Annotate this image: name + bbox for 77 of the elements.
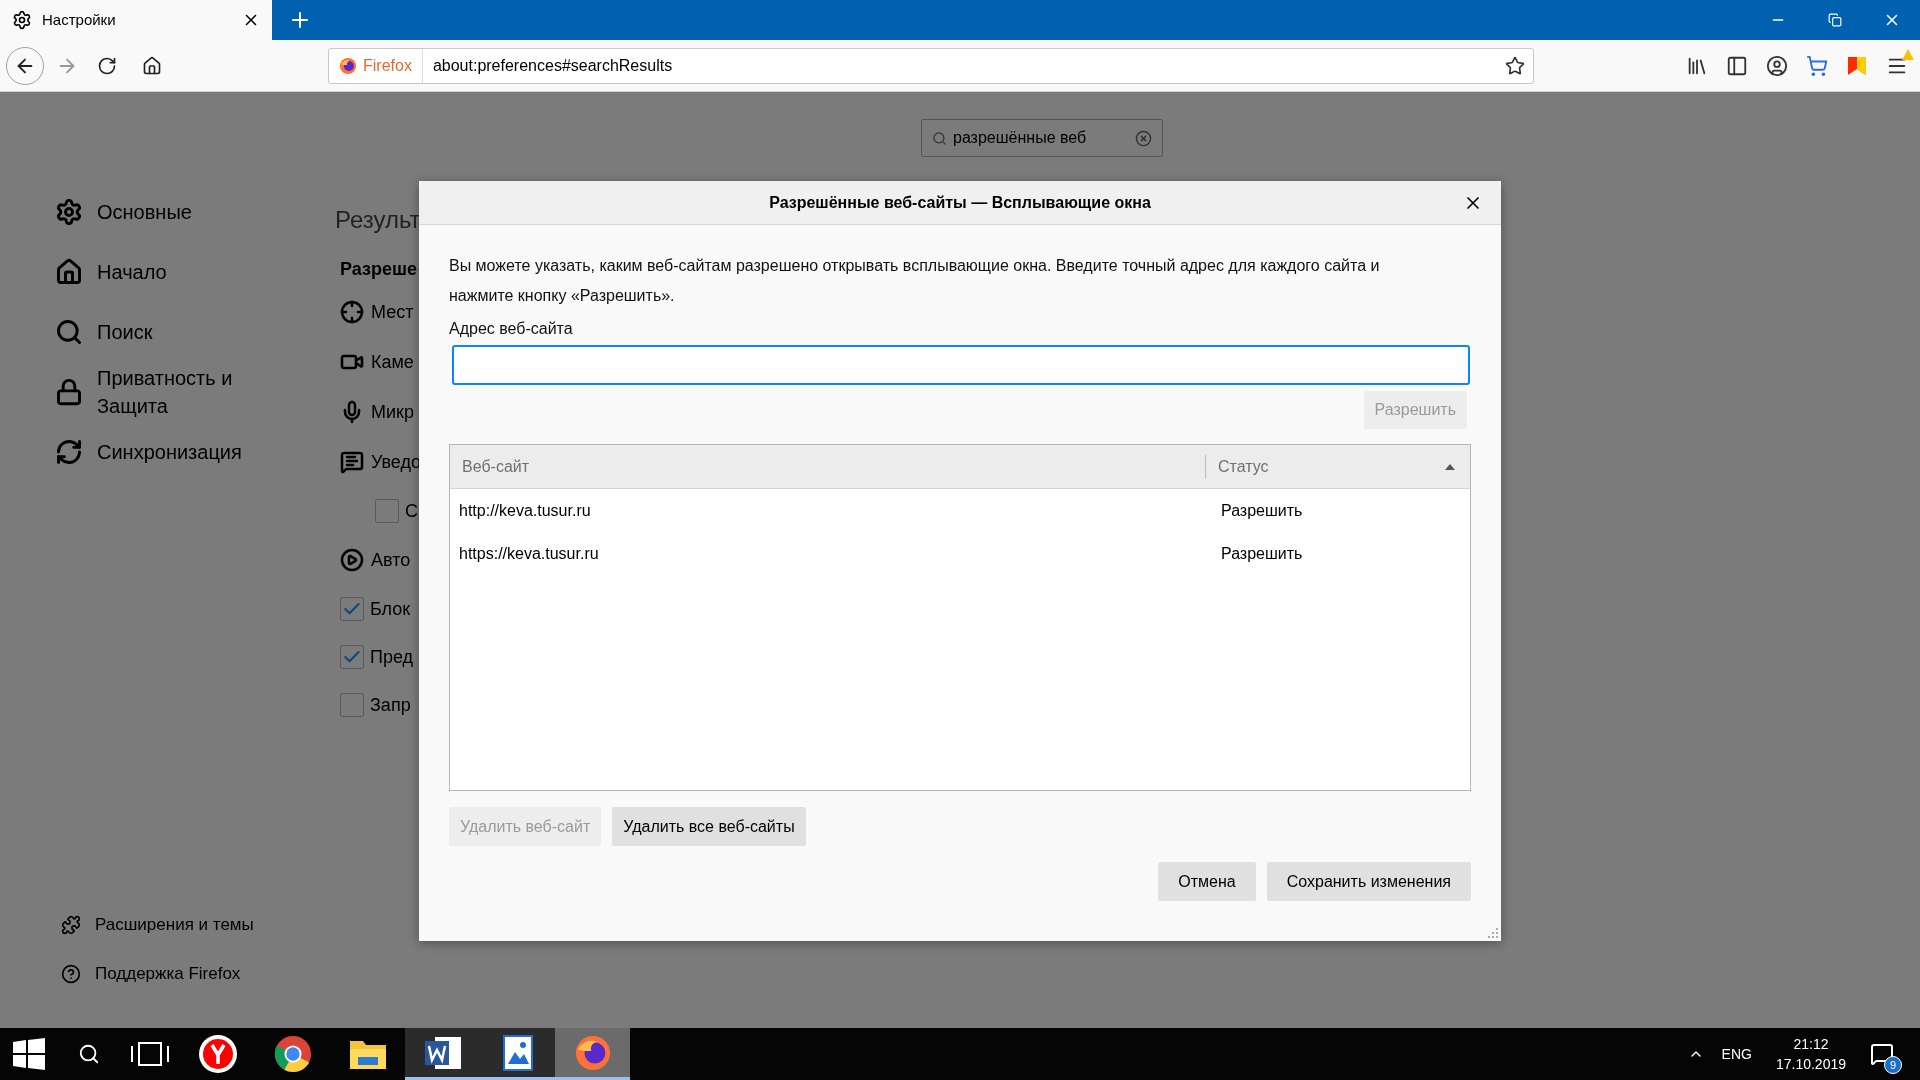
play-icon (340, 548, 364, 572)
help-icon (61, 963, 81, 984)
flag-icon[interactable] (1846, 54, 1868, 77)
search-icon (932, 130, 947, 146)
search-icon[interactable] (78, 1043, 100, 1065)
browser-logo-icon[interactable] (273, 1035, 312, 1073)
column-header[interactable]: Веб-сайт (450, 454, 1206, 479)
sidebar-item[interactable]: Приватность и Защита (97, 364, 287, 420)
sidebar-icon[interactable] (1726, 54, 1748, 77)
start-icon[interactable] (13, 1038, 45, 1070)
section-heading: Разреше (339, 258, 418, 281)
checkbox-label: Запр (370, 693, 411, 717)
home-icon[interactable] (142, 55, 162, 76)
search-field[interactable]: разрешённые веб (921, 119, 1163, 157)
sidebar-item[interactable]: Поиск (97, 318, 287, 346)
browser-logo-icon[interactable] (197, 1034, 238, 1074)
clear-icon[interactable] (1135, 129, 1152, 147)
clock[interactable]: 21:12 17.10.2019 (1775, 1034, 1846, 1074)
bookmark-star-icon[interactable] (1505, 55, 1525, 76)
reload-icon[interactable] (97, 55, 117, 76)
table-cell-text: Разрешить (1220, 500, 1303, 521)
puzzle-icon (61, 914, 81, 935)
gear-icon (55, 198, 83, 226)
sync-icon (55, 438, 83, 466)
checkbox[interactable] (375, 499, 399, 523)
search-icon (55, 318, 83, 346)
permission-label: Каме (371, 350, 414, 374)
checkbox[interactable] (340, 693, 364, 717)
image-viewer-icon[interactable] (501, 1033, 534, 1072)
permission-label: Уведо (371, 450, 421, 474)
url-text: about:preferences#searchResults (431, 55, 674, 76)
address-input[interactable] (452, 345, 1470, 385)
account-icon[interactable] (1766, 54, 1788, 77)
resize-grip-icon[interactable] (1488, 928, 1498, 938)
cancel-button[interactable]: Отмена (1158, 862, 1256, 901)
tab-title: Настройки (42, 9, 117, 30)
language-indicator[interactable]: ENG (1721, 1043, 1752, 1065)
sidebar-link[interactable]: Поддержка Firefox (95, 960, 241, 987)
table-cell-text: https://keva.tusur.ru (458, 543, 600, 564)
table-cell-text: http://keva.tusur.ru (458, 500, 592, 521)
settings-icon (12, 10, 32, 30)
remove-button[interactable]: Удалить все веб-сайты (612, 807, 806, 846)
checkbox-label: Пред (370, 645, 414, 669)
save-button[interactable]: Сохранить изменения (1266, 862, 1471, 901)
permission-label: Микр (371, 400, 414, 424)
crosshair-icon (340, 300, 364, 324)
sidebar-item[interactable]: Начало (97, 258, 287, 286)
column-header[interactable]: Статус (1206, 454, 1445, 479)
speech-bubble-icon (340, 450, 364, 474)
checkbox-label: С (405, 499, 418, 523)
cart-icon[interactable] (1806, 54, 1828, 77)
checkbox-label: Блок (370, 597, 411, 621)
lock-icon (55, 378, 83, 406)
fox-logo-icon (339, 56, 357, 75)
restore-icon[interactable] (1827, 13, 1842, 27)
browser-tab[interactable]: Настройки (0, 0, 272, 40)
field-label: Адрес веб-сайта (449, 319, 574, 339)
home-icon (55, 258, 83, 286)
taskbar-app[interactable] (480, 1028, 555, 1080)
permission-label: Авто (371, 548, 411, 572)
task-view-icon[interactable] (130, 1041, 170, 1067)
table-cell-text: Разрешить (1220, 543, 1303, 564)
dialog-description: Вы можете указать, каким веб-сайтам разрешено открывать всплывающие окна. Введите точный адрес для каждого сайта и нажмите кнопку «Разрешить». (449, 256, 1381, 306)
address-bar[interactable]: Firefox about:preferences#searchResults (328, 47, 1534, 84)
warning-icon (1902, 48, 1914, 60)
sidebar-item[interactable]: Основные (97, 198, 287, 226)
sidebar-item[interactable]: Синхронизация (97, 438, 287, 466)
identity-label[interactable]: Firefox (329, 48, 423, 83)
taskbar-app[interactable] (405, 1028, 480, 1080)
dialog-title: Разрешённые веб-сайты — Всплывающие окна (768, 192, 1152, 213)
sort-ascending-icon (1445, 463, 1455, 470)
results-heading: Результ (335, 205, 421, 235)
notification-badge: 9 (1884, 1056, 1902, 1074)
checkbox[interactable] (340, 645, 364, 669)
checkbox[interactable] (340, 597, 364, 621)
sidebar-link[interactable]: Расширения и темы (95, 911, 254, 938)
permission-label: Мест (371, 300, 414, 324)
